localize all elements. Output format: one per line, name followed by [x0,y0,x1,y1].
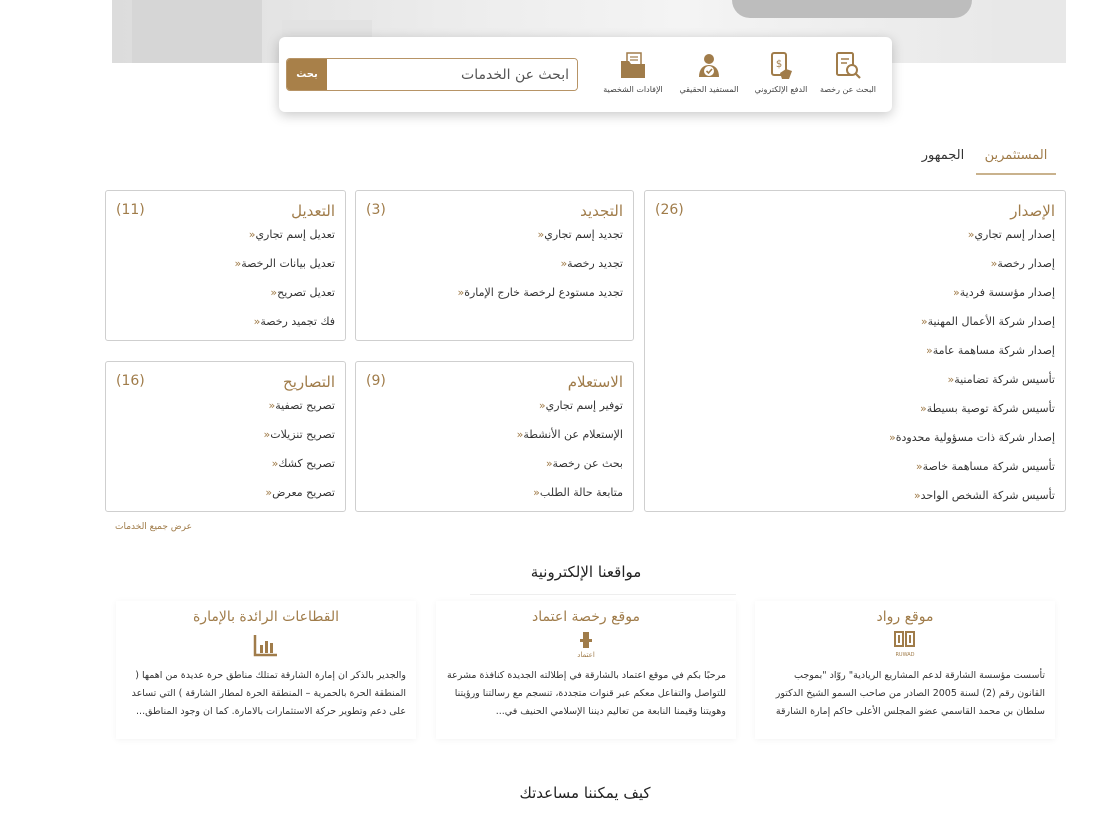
double-chevron-icon: « [915,460,923,473]
double-chevron-icon: « [925,344,933,357]
quick-link-beneficiary[interactable]: المستفيد الحقيقي [672,51,746,94]
service-link[interactable]: إصدار شركة الأعمال المهنية« [885,315,1055,344]
box-title: التجديد [580,202,623,220]
box-count: (9) [366,373,386,389]
quick-link-license-search[interactable]: البحث عن رخصة [811,51,885,94]
quick-link-personal-statements[interactable]: الإفادات الشخصية [596,51,670,94]
box-count: (11) [116,202,145,218]
bar-chart-icon [116,629,416,661]
service-link[interactable]: تعديل تصريح« [231,286,335,315]
box-title: الإصدار [1010,202,1055,220]
service-link[interactable]: تجديد إسم تجاري« [453,228,623,257]
service-link[interactable]: إصدار إسم تجاري« [885,228,1055,257]
search-button[interactable]: بحث [287,59,327,90]
service-link[interactable]: إصدار رخصة« [885,257,1055,286]
service-link[interactable]: إصدار مؤسسة فردية« [885,286,1055,315]
tab-investors[interactable]: المستثمرين [976,148,1056,175]
help-heading: كيف يمكننا مساعدتك [519,784,651,802]
service-box-permits: التصاريح (16) تصريح تصفية« تصريح تنزيلات… [105,361,346,512]
service-link[interactable]: تجديد رخصة« [453,257,623,286]
double-chevron-icon: « [953,286,960,299]
service-link[interactable]: بحث عن رخصة« [513,457,623,486]
service-link[interactable]: تأسيس شركة توصية بسيطة« [885,402,1055,431]
beneficiary-icon [699,54,719,77]
service-link[interactable]: تأسيس شركة الشخص الواحد« [885,489,1055,518]
mobile-payment-icon: $ [771,52,792,79]
etimad-logo: اعتماد [436,629,736,661]
search-input[interactable] [327,59,577,90]
website-card-etimad[interactable]: موقع رخصة اعتماد اعتماد مرحبًا بكم في مو… [436,601,736,739]
double-chevron-icon: « [538,399,546,412]
websites-heading: مواقعنا الإلكترونية [530,563,642,581]
website-title: موقع رخصة اعتماد [532,609,640,625]
box-count: (26) [655,202,684,218]
divider [470,594,736,595]
view-all-services-link[interactable]: عرض جميع الخدمات [115,522,192,532]
service-link[interactable]: تأسيس شركة مساهمة خاصة« [885,460,1055,489]
service-link[interactable]: تعديل بيانات الرخصة« [231,257,335,286]
website-description: والجدير بالذكر ان إمارة الشارقة تمتلك من… [131,670,406,717]
svg-text:RUWAD: RUWAD [895,652,914,658]
box-title: التصاريح [283,373,335,391]
double-chevron-icon: « [920,315,928,328]
website-description: تأسست مؤسسة الشارقة لدعم المشاريع الرياد… [775,670,1045,717]
box-count: (16) [116,373,145,389]
double-chevron-icon: « [545,457,553,470]
double-chevron-icon: « [533,486,540,499]
website-title: القطاعات الرائدة بالإمارة [192,609,340,625]
website-description: مرحبًا بكم في موقع اعتماد بالشارقة في إط… [446,670,726,717]
tab-public[interactable]: الجمهور [918,148,968,173]
svg-text:$: $ [776,59,782,70]
box-title: التعديل [291,202,335,220]
double-chevron-icon: « [913,489,921,502]
service-link[interactable]: تأسيس شركة تضامنية« [885,373,1055,402]
double-chevron-icon: « [919,402,927,415]
service-link[interactable]: الإستعلام عن الأنشطة« [513,428,623,457]
service-box-issuance: الإصدار (26) إصدار إسم تجاري« إصدار رخصة… [644,190,1066,512]
license-search-icon [836,52,861,79]
service-box-renewal: التجديد (3) تجديد إسم تجاري« تجديد رخصة«… [355,190,634,341]
service-link[interactable]: تصريح معرض« [260,486,335,515]
box-count: (3) [366,202,386,218]
folder-icon [621,52,645,78]
service-link[interactable]: إصدار شركة مساهمة عامة« [885,344,1055,373]
service-link[interactable]: متابعة حالة الطلب« [513,486,623,515]
service-link[interactable]: تصريح كشك« [260,457,335,486]
service-box-inquiry: الاستعلام (9) توفير إسم تجاري« الإستعلام… [355,361,634,512]
service-link[interactable]: تجديد مستودع لرخصة خارج الإمارة« [453,286,623,315]
ruwad-logo: RUWAD [755,629,1055,661]
service-link[interactable]: توفير إسم تجاري« [513,399,623,428]
service-box-modification: التعديل (11) تعديل إسم تجاري« تعديل بيان… [105,190,346,341]
website-card-ruwad[interactable]: موقع رواد RUWAD تأسست مؤسسة الشارقة لدعم… [755,601,1055,739]
service-link[interactable]: إصدار شركة ذات مسؤولية محدودة« [885,431,1055,460]
service-link[interactable]: فك تجميد رخصة« [231,315,335,344]
website-title: موقع رواد [876,609,934,625]
svg-text:اعتماد: اعتماد [577,651,595,659]
service-link[interactable]: تصريح تصفية« [260,399,335,428]
double-chevron-icon: « [889,431,896,444]
box-title: الاستعلام [567,373,623,391]
service-link[interactable]: تصريح تنزيلات« [260,428,336,457]
search-card: بحث الإفادات الشخصية المستفيد الحقيقي $ … [279,37,892,112]
website-card-sectors[interactable]: القطاعات الرائدة بالإمارة والجدير بالذكر… [116,601,416,739]
quick-link-e-payment[interactable]: $ الدفع الإلكتروني [744,51,818,94]
search-bar: بحث [286,58,578,91]
service-link[interactable]: تعديل إسم تجاري« [231,228,335,257]
